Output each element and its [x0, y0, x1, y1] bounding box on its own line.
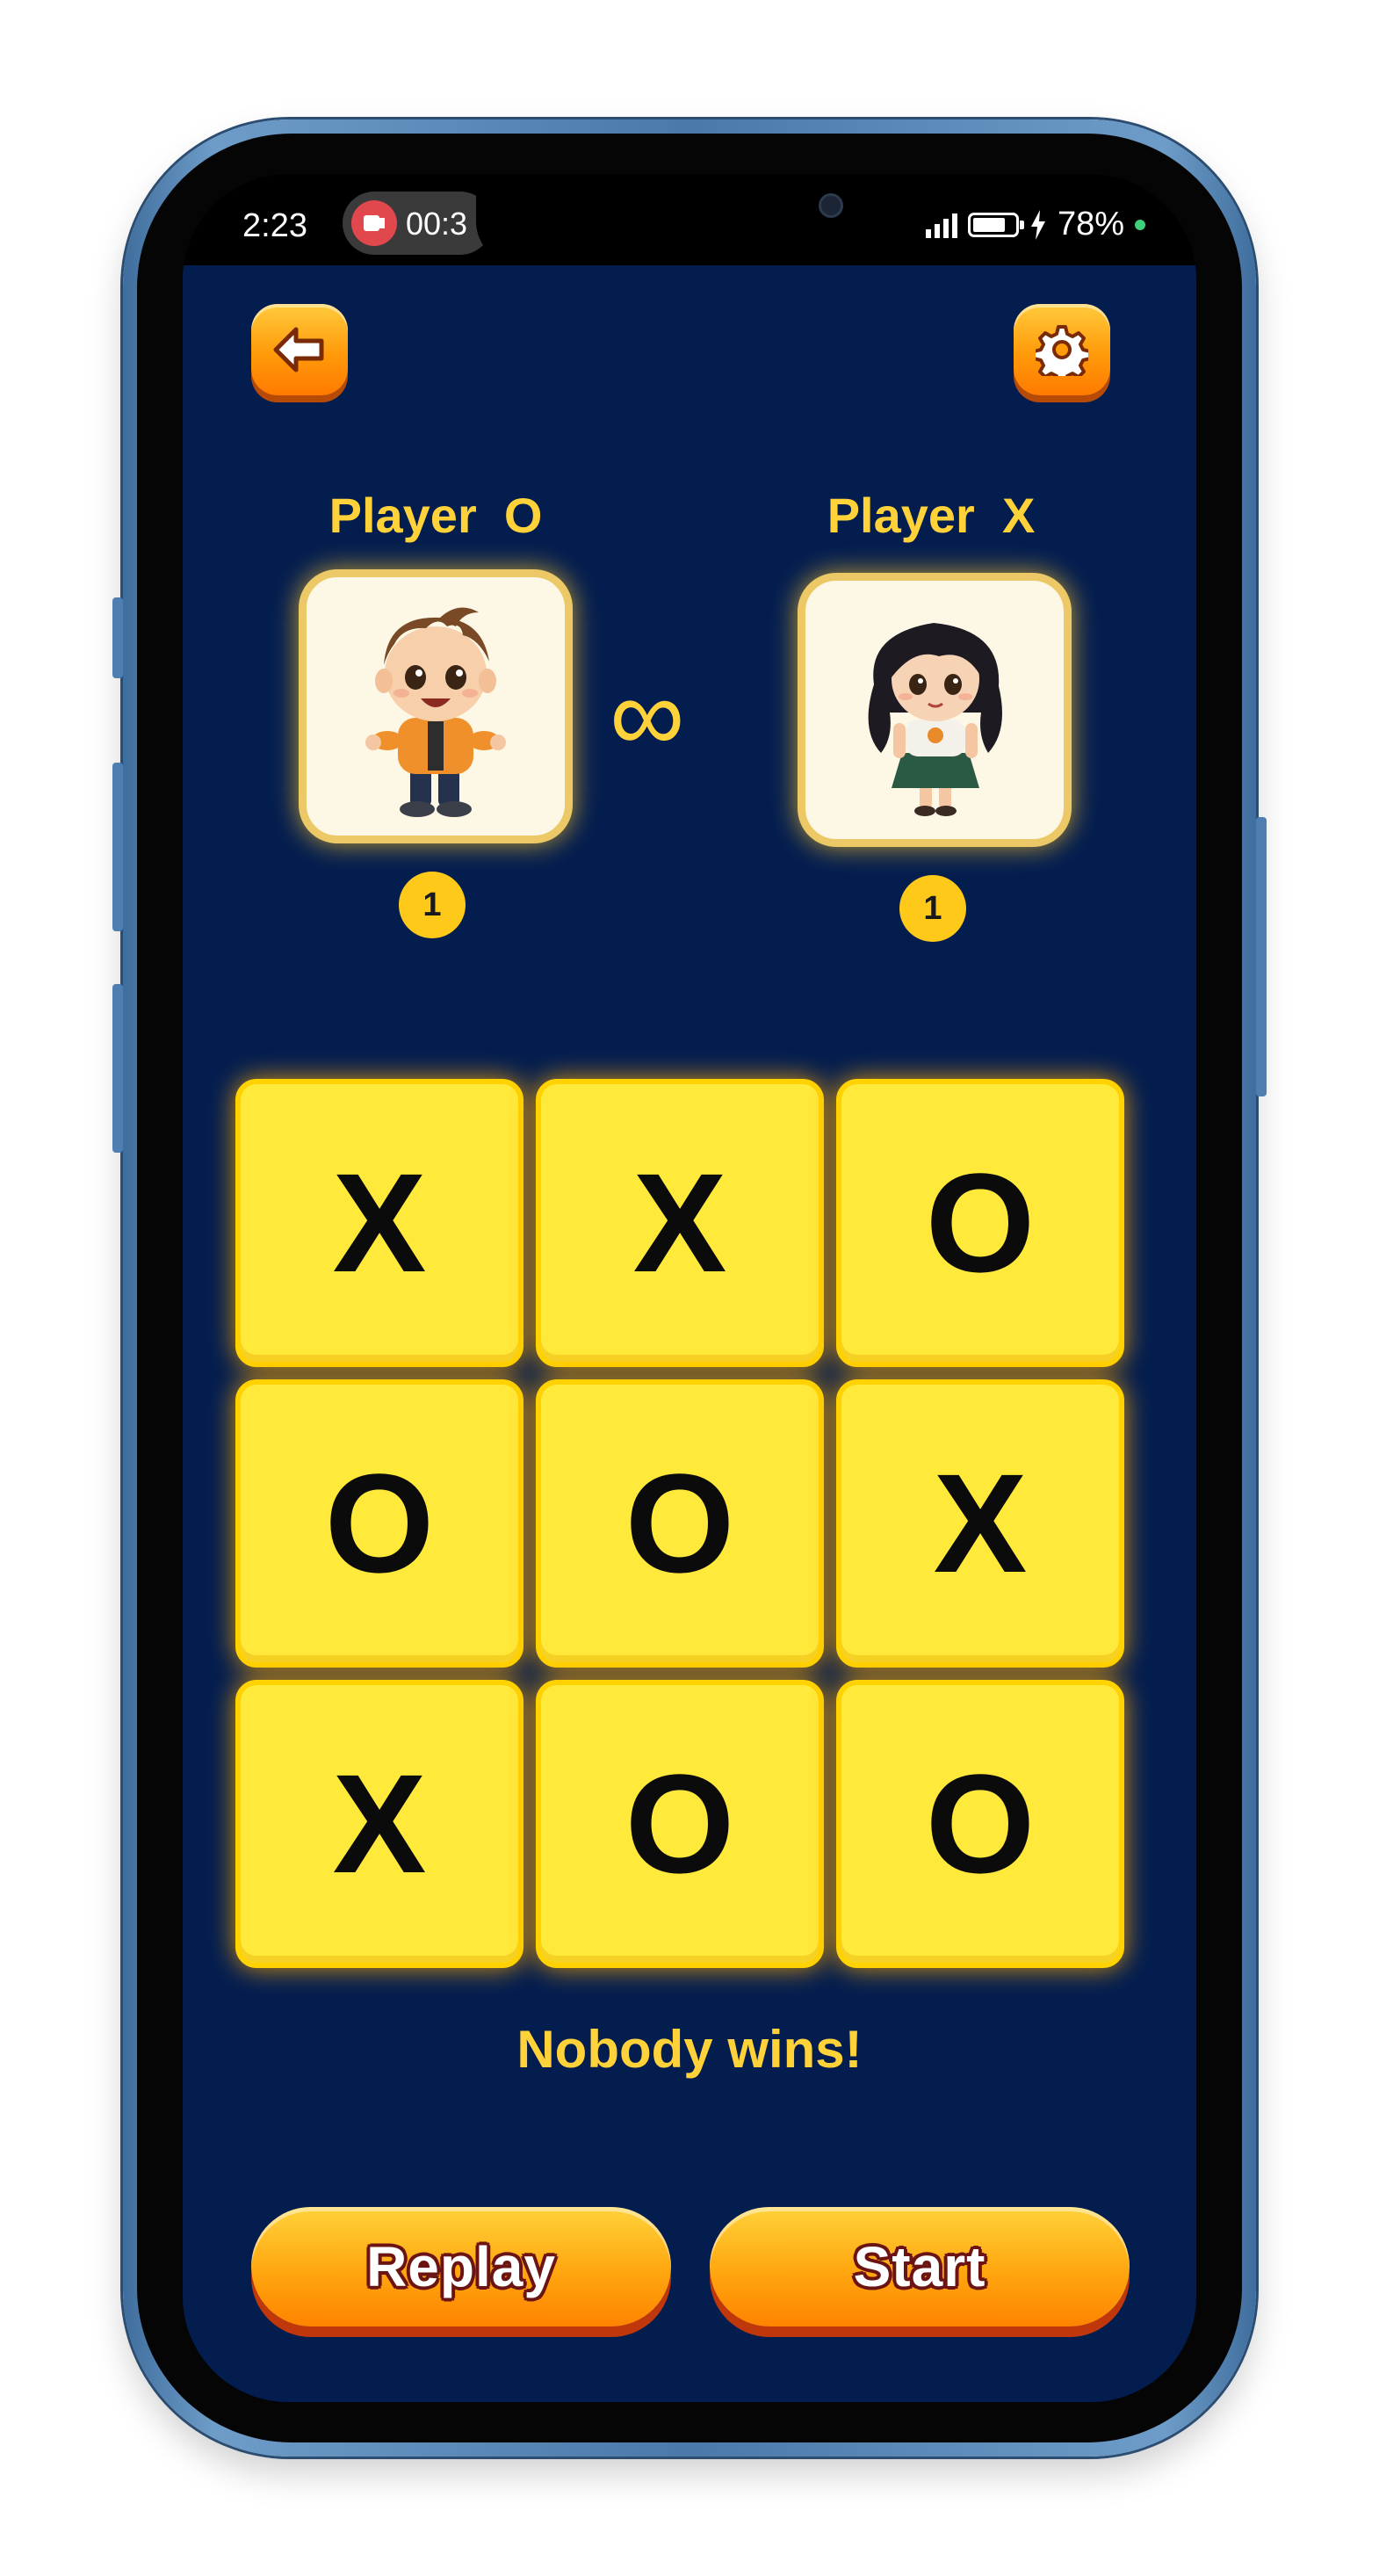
- player-x-avatar[interactable]: [798, 573, 1072, 847]
- board-cell[interactable]: O: [536, 1379, 824, 1668]
- back-button[interactable]: [251, 304, 348, 395]
- player-o-score: 1: [399, 872, 466, 938]
- game-result-text: Nobody wins!: [516, 2020, 863, 2079]
- status-indicators: 78%: [925, 206, 1145, 243]
- board-cell[interactable]: O: [836, 1680, 1124, 1968]
- back-arrow-icon: [273, 327, 324, 373]
- game-board: X X O O O X X O O: [235, 1079, 1131, 1975]
- girl-avatar-icon: [868, 623, 1002, 816]
- phone-volume-down: [112, 984, 123, 1153]
- board-cell[interactable]: O: [235, 1379, 523, 1668]
- phone-volume-up: [112, 763, 123, 931]
- board-cell[interactable]: O: [536, 1680, 824, 1968]
- board-cell[interactable]: X: [235, 1680, 523, 1968]
- signal-icon: [925, 212, 957, 238]
- status-time: 2:23: [242, 207, 307, 244]
- front-camera: [819, 193, 843, 218]
- board-cell[interactable]: X: [235, 1079, 523, 1367]
- app-screen: 2:23 00:3 78% Player O Player X ∞ 1 1 X …: [183, 174, 1196, 2402]
- player-x-name: Player X: [827, 488, 1036, 543]
- status-bar: 2:23 00:3 78%: [183, 174, 1196, 265]
- recording-time: 00:3: [406, 206, 468, 242]
- gear-icon: [1036, 325, 1088, 376]
- player-o-name: Player O: [329, 488, 543, 543]
- camera-notch: [476, 174, 903, 265]
- boy-avatar-icon: [365, 607, 506, 817]
- player-o-avatar[interactable]: [299, 569, 573, 843]
- player-x-score: 1: [899, 875, 966, 942]
- privacy-indicator-dot: [1135, 219, 1145, 230]
- phone-power-button: [1256, 817, 1267, 1096]
- battery-percent: 78%: [1057, 206, 1124, 242]
- replay-button[interactable]: Replay: [251, 2207, 671, 2326]
- versus-infinity-icon: ∞: [610, 656, 685, 774]
- screen-recording-pill[interactable]: 00:3: [343, 192, 492, 255]
- start-button[interactable]: Start: [710, 2207, 1130, 2326]
- board-cell[interactable]: O: [836, 1079, 1124, 1367]
- battery-icon: [967, 212, 1024, 237]
- record-icon: [351, 200, 397, 246]
- board-cell[interactable]: X: [836, 1379, 1124, 1668]
- board-cell[interactable]: X: [536, 1079, 824, 1367]
- phone-silent-switch: [112, 597, 123, 678]
- charging-icon: [1030, 209, 1045, 240]
- settings-button[interactable]: [1014, 304, 1110, 395]
